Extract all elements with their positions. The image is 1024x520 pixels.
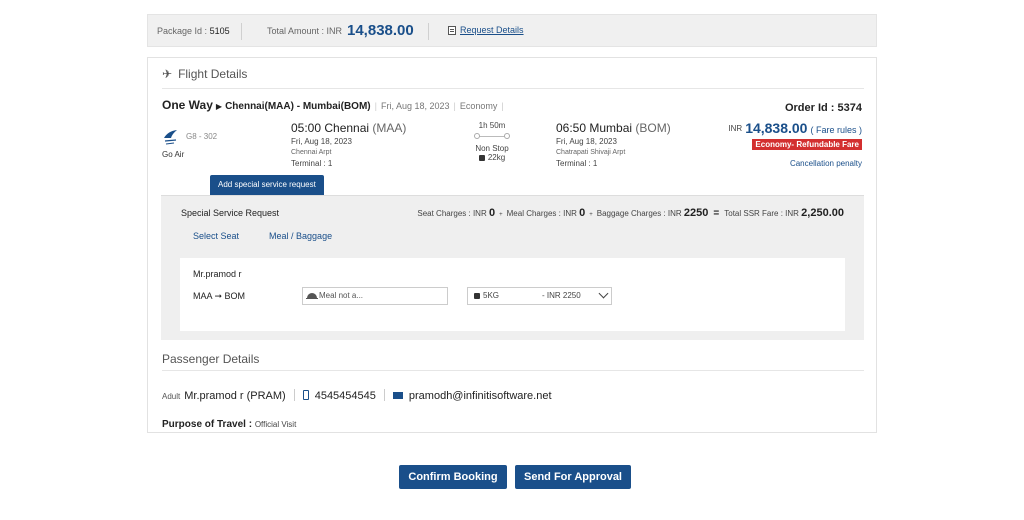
request-details-link[interactable]: Request Details (460, 25, 524, 35)
airline-name: Go Air (162, 150, 185, 159)
arrival-airport: Chatrapati Shivaji Arpt (556, 149, 626, 156)
route-summary: One Way ▶ Chennai(MAA) - Mumbai(BOM) | Fri, … (162, 98, 504, 112)
ssr-charges: Seat Charges : INR 0 + Meal Charges : INR … (417, 207, 844, 219)
tab-select-seat[interactable]: Select Seat (193, 231, 239, 241)
divider (428, 23, 429, 40)
total-amount-value: 14,838.00 (347, 22, 414, 39)
route-text: Chennai(MAA) - Mumbai(BOM) (225, 101, 371, 112)
baggage-allowance: 22kg (487, 153, 506, 162)
purpose-of-travel: Purpose of Travel : Official Visit (162, 419, 297, 430)
package-id: Package Id : 5105 (157, 26, 230, 36)
arrival-date: Fri, Aug 18, 2023 (556, 137, 617, 146)
arrival-time-city: 06:50 Mumbai (556, 121, 633, 135)
flight-date: Fri, Aug 18, 2023 (380, 101, 450, 111)
stops: Non Stop (475, 144, 509, 153)
passenger-type: Adult (162, 392, 181, 401)
arrival-terminal: Terminal : 1 (556, 159, 598, 168)
ssr-panel: Special Service Request Seat Charges : I… (161, 195, 864, 340)
flight-number: G8 - 302 (186, 132, 218, 141)
ssr-leg: MAA ➞ BOM (193, 291, 246, 301)
arrival-code: (BOM) (635, 121, 671, 135)
divider (162, 370, 864, 371)
baggage-icon (474, 293, 480, 299)
ssr-passenger-name: Mr.pramod r (193, 269, 242, 279)
departure-info: 05:00 Chennai (MAA) Fri, Aug 18, 2023 Ch… (291, 120, 406, 169)
divider (241, 23, 242, 40)
ssr-tabs: Select Seat Meal / Baggage (193, 231, 362, 241)
package-summary-bar: Package Id : 5105 Total Amount : INR 14,… (147, 14, 877, 47)
fare-type-badge: Economy- Refundable Fare (752, 139, 862, 150)
send-for-approval-button[interactable]: Send For Approval (515, 465, 631, 489)
departure-airport: Chennai Arpt (291, 149, 332, 156)
ssr-heading: Special Service Request (181, 208, 280, 218)
ssr-passenger-panel: Mr.pramod r MAA ➞ BOM Meal not a... 5KG -… (180, 258, 845, 331)
trip-type: One Way (162, 98, 213, 112)
seat-charges: 0 (488, 207, 496, 219)
duration: 1h 50m (478, 121, 506, 130)
add-ssr-tab[interactable]: Add special service request (210, 175, 324, 200)
cancellation-penalty-link[interactable]: Cancellation penalty (790, 159, 862, 168)
booking-card: ✈ Flight Details One Way ▶ Chennai(MAA) - M… (147, 57, 877, 433)
order-id: Order Id : 5374 (784, 102, 862, 114)
baggage-select[interactable]: 5KG - INR 2250 (467, 287, 612, 305)
passenger-row: Adult Mr.pramod r (PRAM) 4545454545 pramodh… (162, 389, 552, 402)
route-track (474, 133, 510, 141)
document-icon (448, 26, 456, 35)
currency: INR (728, 124, 743, 133)
fare-rules-link[interactable]: ( Fare rules ) (810, 125, 862, 135)
plane-icon: ✈ (162, 67, 173, 81)
departure-terminal: Terminal : 1 (291, 159, 333, 168)
confirm-booking-button[interactable]: Confirm Booking (399, 465, 507, 489)
passenger-details-title: Passenger Details (162, 352, 260, 366)
baggage-icon (478, 155, 485, 161)
passenger-name: Mr.pramod r (PRAM) (184, 390, 286, 402)
departure-date: Fri, Aug 18, 2023 (291, 137, 352, 146)
total-amount-label: Total Amount : INR (267, 26, 343, 36)
tab-meal-baggage[interactable]: Meal / Baggage (269, 231, 332, 241)
fare-price: INR 14,838.00( Fare rules ) (728, 120, 862, 138)
meal-charges: 0 (579, 207, 586, 219)
chevron-down-icon (598, 288, 609, 299)
caret-right-icon: ▶ (215, 102, 223, 111)
departure-code: (MAA) (372, 121, 407, 135)
flight-details-title: ✈ Flight Details (162, 67, 248, 81)
duration-info: 1h 50m Non Stop 22kg (472, 121, 512, 162)
baggage-charges: 2250 (683, 207, 709, 219)
mail-icon (392, 392, 403, 399)
passenger-email: pramodh@infinitisoftware.net (408, 390, 552, 402)
airline-logo-icon (164, 130, 177, 145)
meal-select[interactable]: Meal not a... (302, 287, 448, 305)
phone-icon (302, 390, 309, 400)
arrival-info: 06:50 Mumbai (BOM) Fri, Aug 18, 2023 Cha… (556, 120, 671, 169)
total-ssr-fare: 2,250.00 (801, 207, 844, 219)
divider (162, 88, 864, 89)
cabin-class: Economy (459, 101, 498, 111)
departure-time-city: 05:00 Chennai (291, 121, 370, 135)
price-value: 14,838.00 (745, 120, 808, 136)
passenger-phone: 4545454545 (314, 390, 376, 402)
meal-icon (306, 293, 318, 299)
